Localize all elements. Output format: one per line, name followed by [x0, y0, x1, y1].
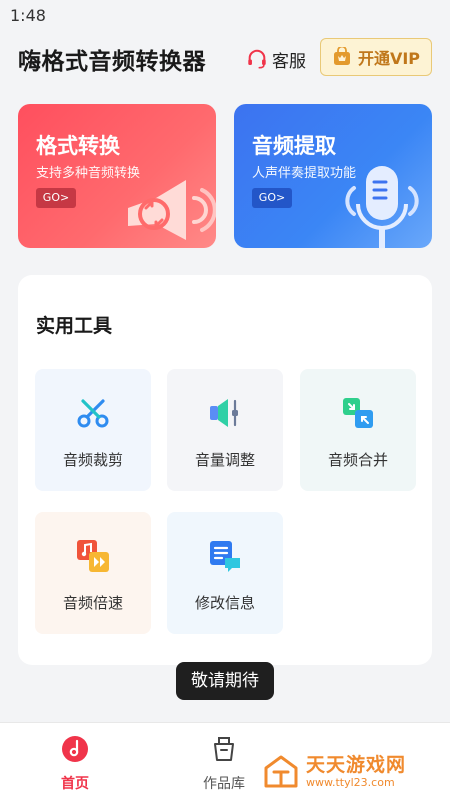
tool-volume-adjust[interactable]: 音量调整: [167, 369, 283, 491]
customer-service-button[interactable]: 客服: [246, 46, 306, 72]
watermark-url: www.ttyl23.com: [306, 776, 395, 789]
audio-extract-card[interactable]: 音频提取 人声伴奏提取功能 GO>: [234, 104, 432, 248]
volume-adjust-icon: [210, 399, 238, 427]
open-vip-label: 开通VIP: [357, 49, 421, 68]
tool-edit-info[interactable]: 修改信息: [167, 512, 283, 634]
works-bag-icon: [214, 737, 234, 761]
merge-icon: [343, 398, 373, 428]
tool-label: 音频合并: [327, 451, 388, 469]
convert-speaker-icon: [128, 180, 216, 240]
tool-audio-merge[interactable]: 音频合并: [300, 369, 416, 491]
tool-audio-speed[interactable]: 音频倍速: [35, 512, 151, 634]
header: 嗨格式音频转换器 客服 开通VIP: [0, 30, 450, 88]
tool-label: 音频裁剪: [62, 451, 123, 469]
status-bar: 1:48: [0, 0, 450, 30]
speed-icon: [77, 540, 109, 572]
tab-label: 首页: [61, 776, 89, 792]
tool-audio-cut[interactable]: 音频裁剪: [35, 369, 151, 491]
app-title: 嗨格式音频转换器: [18, 49, 206, 75]
tools-panel: 实用工具 音频裁剪 音量调整 音频合并 音频倍速 修改信息: [18, 275, 432, 665]
card-title: 格式转换: [36, 134, 120, 158]
tab-works[interactable]: 作品库: [184, 735, 264, 795]
crown-bag-icon: [333, 47, 350, 65]
tab-home[interactable]: 首页: [35, 735, 115, 795]
tool-label: 音频倍速: [62, 594, 123, 612]
go-badge[interactable]: GO>: [252, 188, 292, 208]
open-vip-button[interactable]: 开通VIP: [320, 38, 432, 76]
headset-icon: [248, 49, 266, 69]
card-title: 音频提取: [252, 134, 336, 158]
tools-title: 实用工具: [36, 315, 113, 337]
go-badge[interactable]: GO>: [36, 188, 76, 208]
tool-label: 音量调整: [194, 451, 255, 469]
edit-info-icon: [210, 541, 240, 572]
microphone-icon: [345, 166, 419, 248]
home-music-icon: [62, 736, 88, 762]
tab-label: 作品库: [203, 776, 245, 792]
status-time: 1:48: [10, 6, 46, 25]
format-convert-card[interactable]: 格式转换 支持多种音频转换 GO>: [18, 104, 216, 248]
watermark-logo-icon: [264, 755, 298, 788]
coming-soon-toast: 敬请期待: [176, 662, 274, 700]
watermark-title: 天天游戏网: [306, 754, 407, 776]
tool-label: 修改信息: [194, 594, 255, 612]
watermark: 天天游戏网 www.ttyl23.com: [262, 752, 440, 792]
scissors-icon: [77, 399, 109, 428]
customer-service-label: 客服: [272, 51, 306, 72]
